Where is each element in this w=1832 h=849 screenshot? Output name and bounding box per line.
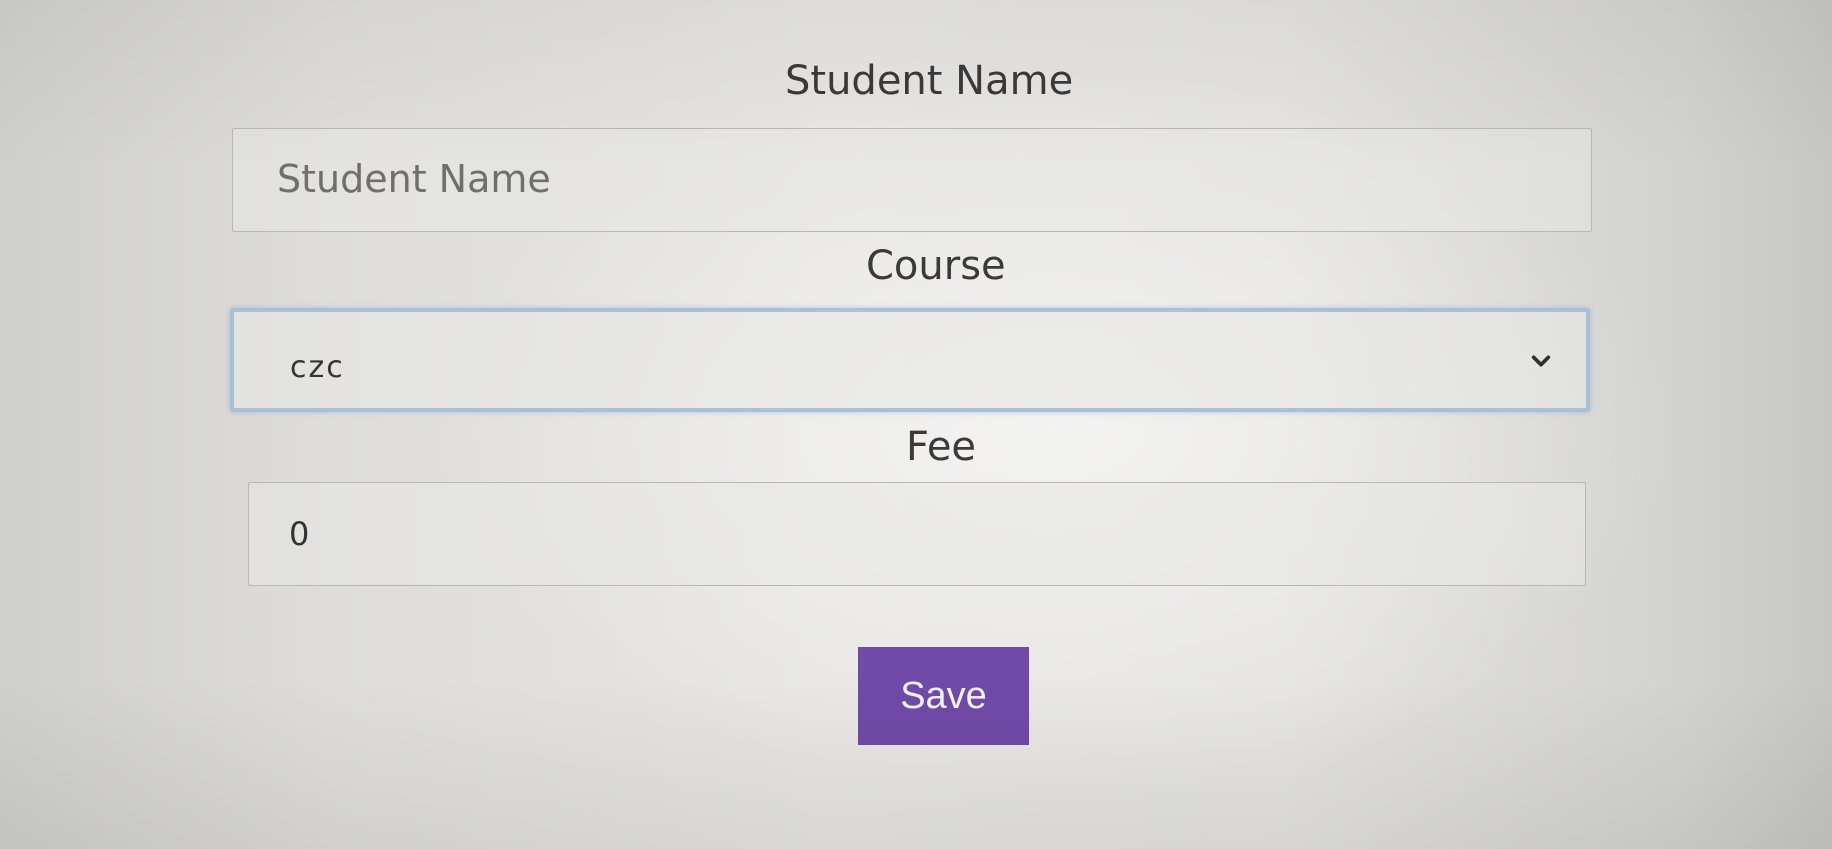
student-name-label: Student Name bbox=[785, 58, 1074, 104]
student-name-placeholder: Student Name bbox=[277, 157, 551, 201]
course-selected-value: czc bbox=[290, 350, 345, 385]
fee-label: Fee bbox=[906, 424, 977, 470]
student-form: Student Name Student Name Course czc Fee… bbox=[0, 0, 1832, 849]
fee-value: 0 bbox=[289, 515, 310, 553]
chevron-down-icon[interactable] bbox=[1530, 350, 1552, 372]
course-label: Course bbox=[866, 243, 1006, 289]
course-select[interactable]: czc bbox=[230, 308, 1590, 412]
student-name-input[interactable]: Student Name bbox=[232, 128, 1592, 232]
save-button[interactable]: Save bbox=[858, 647, 1029, 745]
fee-input[interactable]: 0 bbox=[248, 482, 1586, 586]
screen-background: Student Name Student Name Course czc Fee… bbox=[0, 0, 1832, 849]
